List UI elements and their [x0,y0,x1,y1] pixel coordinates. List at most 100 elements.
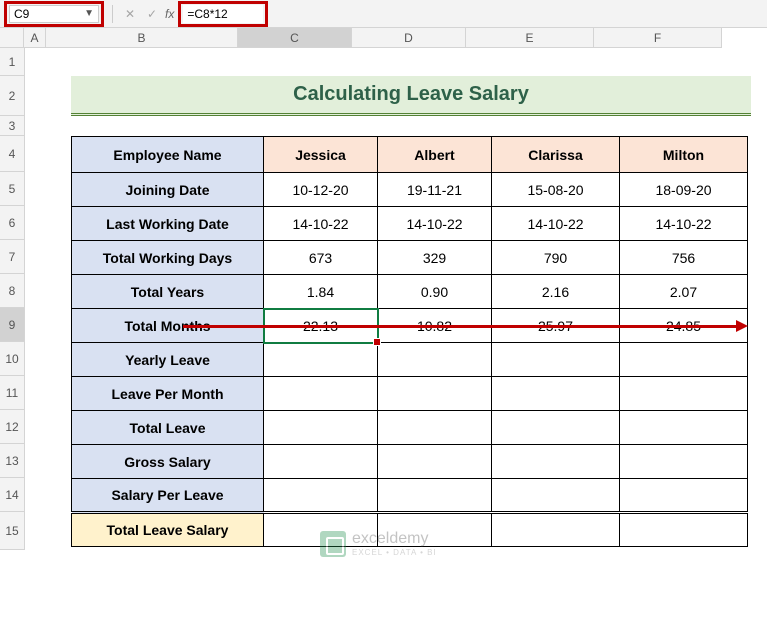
row-header-4[interactable]: 4 [0,136,24,172]
row-header-7[interactable]: 7 [0,240,24,274]
row-label[interactable]: Yearly Leave [72,343,264,377]
row-header-15[interactable]: 15 [0,512,24,550]
header-employee[interactable]: Employee Name [72,137,264,173]
name-box-value: C9 [14,7,29,21]
fx-icon[interactable]: fx [165,7,174,21]
cell[interactable] [264,445,378,479]
cell[interactable] [620,377,748,411]
formula-bar: C9 ▼ ✕ ✓ fx =C8*12 [0,0,767,28]
row-label[interactable]: Salary Per Leave [72,479,264,513]
row-header-12[interactable]: 12 [0,410,24,444]
cell[interactable]: 10-12-20 [264,173,378,207]
select-all-corner[interactable] [0,28,24,48]
table-row: Last Working Date14-10-2214-10-2214-10-2… [72,207,748,241]
cell[interactable] [378,343,492,377]
cell[interactable]: 15-08-20 [492,173,620,207]
table-row: Leave Per Month [72,377,748,411]
header-albert[interactable]: Albert [378,137,492,173]
cell[interactable] [620,343,748,377]
col-header-A[interactable]: A [24,28,46,47]
cell[interactable] [620,479,748,513]
cell[interactable] [620,445,748,479]
cell[interactable]: 14-10-22 [492,207,620,241]
total-e[interactable] [492,513,620,547]
cell[interactable] [378,445,492,479]
column-headers: ABCDEF [24,28,722,48]
formula-text: =C8*12 [187,7,227,21]
sheet-title: Calculating Leave Salary [71,76,751,116]
cell[interactable]: 18-09-20 [620,173,748,207]
name-box-highlight: C9 ▼ [4,1,104,27]
total-label[interactable]: Total Leave Salary [72,513,264,547]
cell[interactable] [492,377,620,411]
cell[interactable]: 2.16 [492,275,620,309]
table-row: Joining Date10-12-2019-11-2115-08-2018-0… [72,173,748,207]
cell[interactable] [264,479,378,513]
cell[interactable]: 14-10-22 [620,207,748,241]
title-text: Calculating Leave Salary [293,83,529,106]
row-header-13[interactable]: 13 [0,444,24,478]
header-clarissa[interactable]: Clarissa [492,137,620,173]
header-jessica[interactable]: Jessica [264,137,378,173]
cell[interactable]: 790 [492,241,620,275]
cell[interactable]: 19-11-21 [378,173,492,207]
row-header-11[interactable]: 11 [0,376,24,410]
col-header-C[interactable]: C [238,28,352,47]
cell[interactable] [264,411,378,445]
row-label[interactable]: Joining Date [72,173,264,207]
cell[interactable]: 14-10-22 [264,207,378,241]
cell[interactable]: 0.90 [378,275,492,309]
cell[interactable] [378,411,492,445]
cell[interactable] [492,343,620,377]
col-header-B[interactable]: B [46,28,238,47]
watermark-text: exceldemy EXCEL • DATA • BI [352,530,437,557]
row-header-5[interactable]: 5 [0,172,24,206]
cell[interactable] [264,377,378,411]
dropdown-icon[interactable]: ▼ [84,8,94,19]
formula-highlight: =C8*12 [178,1,268,27]
row-header-14[interactable]: 14 [0,478,24,512]
cell[interactable]: 1.84 [264,275,378,309]
table-row: Total Years1.840.902.162.07 [72,275,748,309]
brand-tagline: EXCEL • DATA • BI [352,548,437,557]
name-box[interactable]: C9 ▼ [9,5,99,23]
row-header-6[interactable]: 6 [0,206,24,240]
col-header-E[interactable]: E [466,28,594,47]
cell[interactable]: 673 [264,241,378,275]
row-label[interactable]: Total Years [72,275,264,309]
row-header-1[interactable]: 1 [0,48,24,76]
col-header-D[interactable]: D [352,28,466,47]
cell[interactable] [492,479,620,513]
cancel-icon[interactable]: ✕ [121,7,139,21]
cell[interactable] [492,411,620,445]
cell[interactable] [378,479,492,513]
cell[interactable] [378,377,492,411]
cell[interactable]: 14-10-22 [378,207,492,241]
cell[interactable]: 329 [378,241,492,275]
cell[interactable] [492,445,620,479]
row-header-3[interactable]: 3 [0,116,24,136]
row-header-9[interactable]: 9 [0,308,24,342]
row-label[interactable]: Total Leave [72,411,264,445]
row-header-2[interactable]: 2 [0,76,24,116]
cell[interactable]: 2.07 [620,275,748,309]
row-label[interactable]: Leave Per Month [72,377,264,411]
formula-input[interactable]: =C8*12 [183,5,263,23]
row-header-8[interactable]: 8 [0,274,24,308]
fill-handle[interactable] [373,338,381,346]
col-header-F[interactable]: F [594,28,722,47]
header-milton[interactable]: Milton [620,137,748,173]
logo-icon [320,531,346,557]
leave-salary-table: Employee Name Jessica Albert Clarissa Mi… [71,136,748,547]
row-label[interactable]: Last Working Date [72,207,264,241]
confirm-icon[interactable]: ✓ [143,7,161,21]
row-label[interactable]: Total Working Days [72,241,264,275]
cell[interactable] [264,343,378,377]
watermark: exceldemy EXCEL • DATA • BI [320,530,437,557]
total-f[interactable] [620,513,748,547]
cell[interactable]: 756 [620,241,748,275]
row-header-10[interactable]: 10 [0,342,24,376]
row-label[interactable]: Gross Salary [72,445,264,479]
cell[interactable] [620,411,748,445]
table-row: Gross Salary [72,445,748,479]
